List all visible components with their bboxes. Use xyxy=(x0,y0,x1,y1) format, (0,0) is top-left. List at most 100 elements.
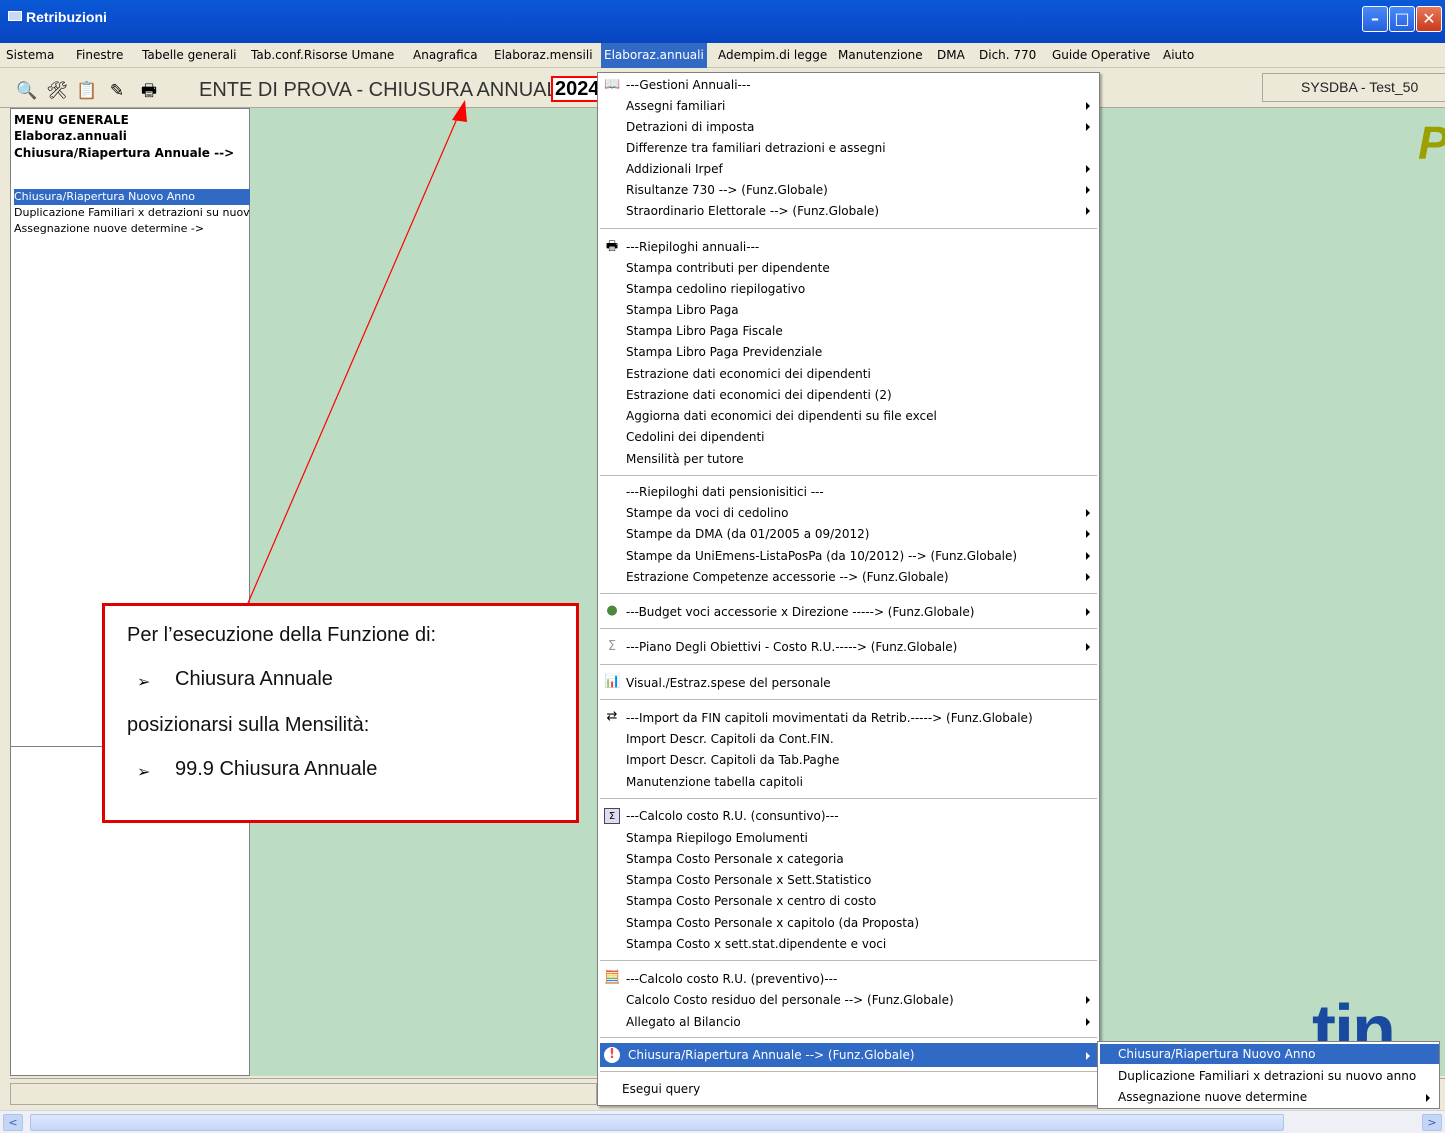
menu-item-detrazioni[interactable]: Detrazioni di imposta xyxy=(626,117,754,137)
submenu-item-assegnazione[interactable]: Assegnazione nuove determine xyxy=(1118,1087,1307,1107)
menu-item-costo-residuo[interactable]: Calcolo Costo residuo del personale --> … xyxy=(626,990,954,1010)
menu-item-manutenzione-capitoli[interactable]: Manutenzione tabella capitoli xyxy=(626,772,803,792)
search-icon[interactable]: 🔍 xyxy=(16,80,38,102)
tools-icon[interactable]: 🛠 xyxy=(46,80,68,102)
menu-separator xyxy=(600,664,1097,665)
menu-item-libro-paga-previdenziale[interactable]: Stampa Libro Paga Previdenziale xyxy=(626,342,822,362)
menu-item-straordinario[interactable]: Straordinario Elettorale --> (Funz.Globa… xyxy=(626,201,879,221)
bullet-icon: ➢ xyxy=(137,764,151,781)
submenu-arrow-icon xyxy=(1426,1094,1430,1102)
left-item-duplicazione-familiari[interactable]: Duplicazione Familiari x detrazioni su n… xyxy=(14,205,250,221)
menu-dma[interactable]: DMA xyxy=(937,48,965,62)
print-icon[interactable]: 🖶 xyxy=(138,80,160,102)
menu-item-visual-estraz-spese[interactable]: Visual./Estraz.spese del personale xyxy=(626,673,831,693)
menu-item-mensilita-tutore[interactable]: Mensilità per tutore xyxy=(626,449,744,469)
menu-item-allegato-bilancio[interactable]: Allegato al Bilancio xyxy=(626,1012,741,1032)
menu-item-import-fin[interactable]: ---Import da FIN capitoli movimentati da… xyxy=(626,708,1033,728)
submenu-arrow-icon xyxy=(1086,1052,1090,1060)
submenu-item-duplicazione[interactable]: Duplicazione Familiari x detrazioni su n… xyxy=(1118,1066,1416,1086)
menu-item-riepilogo-emolumenti[interactable]: Stampa Riepilogo Emolumenti xyxy=(626,828,808,848)
import-icon: ⇄ xyxy=(606,709,618,724)
left-item-chiusura-riapertura[interactable]: Chiusura/Riapertura Nuovo Anno xyxy=(14,189,250,205)
menu-item-libro-paga[interactable]: Stampa Libro Paga xyxy=(626,300,739,320)
submenu-arrow-icon xyxy=(1086,996,1090,1004)
menu-bar: Sistema Finestre Tabelle generali Tab.co… xyxy=(0,43,1445,68)
menu-separator xyxy=(600,699,1097,700)
elaboraz-annuali-menu: 📖 ---Gestioni Annuali--- Assegni familia… xyxy=(597,72,1100,1106)
menu-item-costo-sett-stat-voci[interactable]: Stampa Costo x sett.stat.dipendente e vo… xyxy=(626,934,886,954)
callout-line-3: posizionarsi sulla Mensilità: xyxy=(127,714,370,736)
menu-item-stampe-dma[interactable]: Stampe da DMA (da 01/2005 a 09/2012) xyxy=(626,524,869,544)
menu-item-import-descr-fin[interactable]: Import Descr. Capitoli da Cont.FIN. xyxy=(626,729,834,749)
application-window: Retribuzioni – □ ✕ Sistema Finestre Tabe… xyxy=(0,0,1445,1133)
menu-sistema[interactable]: Sistema xyxy=(6,48,54,62)
menu-tab-conf-risorse-umane[interactable]: Tab.conf.Risorse Umane xyxy=(251,48,394,62)
maximize-button[interactable]: □ xyxy=(1389,6,1415,32)
submenu-arrow-icon xyxy=(1086,123,1090,131)
menu-item-estrazione-dati[interactable]: Estrazione dati economici dei dipendenti xyxy=(626,364,871,384)
menu-item-riepiloghi-pensionistici[interactable]: ---Riepiloghi dati pensionisitici --- xyxy=(626,482,824,502)
menu-manutenzione[interactable]: Manutenzione xyxy=(838,48,923,62)
menu-item-riepiloghi-annuali[interactable]: ---Riepiloghi annuali--- xyxy=(626,237,759,257)
menu-item-addizionali[interactable]: Addizionali Irpef xyxy=(626,159,723,179)
menu-item-stampe-voci-cedolino[interactable]: Stampe da voci di cedolino xyxy=(626,503,788,523)
left-menu-panel: MENU GENERALE Elaboraz.annuali Chiusura/… xyxy=(10,108,250,1076)
menu-separator xyxy=(600,628,1097,629)
scroll-thumb[interactable] xyxy=(30,1114,1284,1131)
menu-item-calcolo-consuntivo[interactable]: ---Calcolo costo R.U. (consuntivo)--- xyxy=(626,806,839,826)
sigma-icon: Σ xyxy=(607,639,617,654)
year-badge: 2024 xyxy=(551,76,604,102)
menu-item-import-descr-paghe[interactable]: Import Descr. Capitoli da Tab.Paghe xyxy=(626,750,839,770)
menu-item-estrazione-competenze[interactable]: Estrazione Competenze accessorie --> (Fu… xyxy=(626,567,949,587)
menu-item-differenze[interactable]: Differenze tra familiari detrazioni e as… xyxy=(626,138,886,158)
menu-item-gestioni-annuali[interactable]: ---Gestioni Annuali--- xyxy=(626,75,751,95)
menu-item-aggiorna-dati-excel[interactable]: Aggiorna dati economici dei dipendenti s… xyxy=(626,406,937,426)
submenu-arrow-icon xyxy=(1086,509,1090,517)
menu-tabelle-generali[interactable]: Tabelle generali xyxy=(142,48,237,62)
scroll-left-icon[interactable]: < xyxy=(3,1114,23,1131)
close-button[interactable]: ✕ xyxy=(1416,6,1442,32)
menu-item-costo-categoria[interactable]: Stampa Costo Personale x categoria xyxy=(626,849,844,869)
menu-anagrafica[interactable]: Anagrafica xyxy=(413,48,478,62)
menu-dich-770[interactable]: Dich. 770 xyxy=(979,48,1036,62)
scroll-right-icon[interactable]: > xyxy=(1422,1114,1442,1131)
menu-item-assegni-familiari[interactable]: Assegni familiari xyxy=(626,96,725,116)
submenu-arrow-icon xyxy=(1086,608,1090,616)
callout-line-4: 99.9 Chiusura Annuale xyxy=(175,758,378,780)
submenu-item-nuovo-anno[interactable]: Chiusura/Riapertura Nuovo Anno xyxy=(1118,1044,1315,1064)
user-box: SYSDBA - Test_50 xyxy=(1262,73,1445,102)
chiusura-submenu: Chiusura/Riapertura Nuovo Anno Duplicazi… xyxy=(1097,1041,1440,1109)
submenu-arrow-icon xyxy=(1086,530,1090,538)
edit-icon[interactable]: ✎ xyxy=(106,80,128,102)
menu-item-estrazione-dati-2[interactable]: Estrazione dati economici dei dipendenti… xyxy=(626,385,892,405)
menu-item-risultanze-730[interactable]: Risultanze 730 --> (Funz.Globale) xyxy=(626,180,828,200)
menu-item-stampe-uniemens[interactable]: Stampe da UniEmens-ListaPosPa (da 10/201… xyxy=(626,546,1017,566)
menu-item-budget-voci[interactable]: ---Budget voci accessorie x Direzione --… xyxy=(626,602,974,622)
menu-item-costo-capitolo[interactable]: Stampa Costo Personale x capitolo (da Pr… xyxy=(626,913,919,933)
callout-line-2: Chiusura Annuale xyxy=(175,668,333,690)
menu-item-esegui-query[interactable]: Esegui query xyxy=(622,1079,700,1099)
section-heading: Elaboraz.annuali xyxy=(14,129,127,143)
form-icon[interactable]: 📋 xyxy=(76,80,98,102)
menu-finestre[interactable]: Finestre xyxy=(76,48,123,62)
menu-adempim-di-legge[interactable]: Adempim.di legge xyxy=(718,48,827,62)
menu-elaboraz-annuali[interactable]: Elaboraz.annuali xyxy=(601,43,707,68)
submenu-arrow-icon xyxy=(1086,165,1090,173)
menu-item-calcolo-preventivo[interactable]: ---Calcolo costo R.U. (preventivo)--- xyxy=(626,969,837,989)
menu-item-libro-paga-fiscale[interactable]: Stampa Libro Paga Fiscale xyxy=(626,321,783,341)
menu-aiuto[interactable]: Aiuto xyxy=(1163,48,1194,62)
menu-item-chiusura-riapertura[interactable]: Chiusura/Riapertura Annuale --> (Funz.Gl… xyxy=(628,1045,915,1065)
left-item-assegnazione-determine[interactable]: Assegnazione nuove determine -> xyxy=(14,221,250,237)
menu-item-stampa-contributi[interactable]: Stampa contributi per dipendente xyxy=(626,258,830,278)
menu-item-costo-centro-costo[interactable]: Stampa Costo Personale x centro di costo xyxy=(626,891,876,911)
menu-elaboraz-mensili[interactable]: Elaboraz.mensili xyxy=(494,48,593,62)
menu-item-cedolini[interactable]: Cedolini dei dipendenti xyxy=(626,427,765,447)
minimize-button[interactable]: – xyxy=(1362,6,1388,32)
menu-item-cedolino-riepilogativo[interactable]: Stampa cedolino riepilogativo xyxy=(626,279,805,299)
menu-item-costo-sett-statistico[interactable]: Stampa Costo Personale x Sett.Statistico xyxy=(626,870,871,890)
menu-item-piano-obiettivi[interactable]: ---Piano Degli Obiettivi - Costo R.U.---… xyxy=(626,637,957,657)
horizontal-scrollbar[interactable]: < > xyxy=(0,1110,1445,1133)
menu-guide-operative[interactable]: Guide Operative xyxy=(1052,48,1150,62)
submenu-arrow-icon xyxy=(1086,186,1090,194)
bullet-icon: ➢ xyxy=(137,674,151,691)
